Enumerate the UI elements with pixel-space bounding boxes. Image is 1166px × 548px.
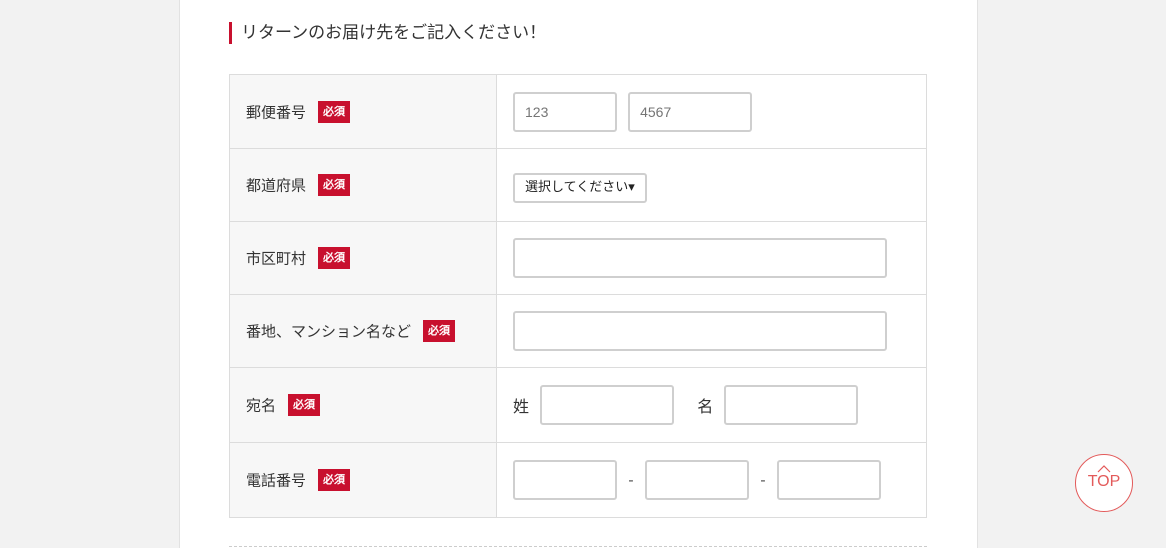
address-label: 番地、マンション名など: [246, 322, 412, 341]
back-to-top-button[interactable]: TOP: [1075, 454, 1133, 512]
field-cell: [496, 294, 927, 368]
form-row-address: 番地、マンション名など 必須: [229, 294, 927, 368]
field-cell: [496, 74, 927, 149]
field-cell: 選択してください▾: [496, 148, 927, 222]
label-cell: 郵便番号 必須: [229, 74, 497, 149]
phone-separator: -: [628, 471, 634, 489]
form-row-postal: 郵便番号 必須: [229, 74, 927, 149]
required-badge: 必須: [288, 394, 321, 416]
label-cell: 市区町村 必須: [229, 221, 497, 295]
label-cell: 宛名 必須: [229, 367, 497, 443]
last-name-label: 姓: [513, 397, 530, 416]
label-cell: 電話番号 必須: [229, 442, 497, 518]
phone-separator: -: [760, 471, 766, 489]
field-cell: --: [496, 442, 927, 518]
last-name-input[interactable]: [540, 385, 675, 425]
section-divider: [229, 546, 927, 547]
label-cell: 都道府県 必須: [229, 148, 497, 222]
postal-code-first-input[interactable]: [513, 91, 617, 132]
postal-code-second-input[interactable]: [628, 91, 753, 132]
phone-first-input[interactable]: [513, 460, 617, 500]
postal-label: 郵便番号: [246, 103, 307, 121]
city-label: 市区町村: [246, 249, 307, 268]
address-input[interactable]: [513, 311, 887, 351]
form-row-name: 宛名 必須 姓 名: [229, 367, 927, 443]
required-badge: 必須: [318, 174, 351, 196]
first-name-input[interactable]: [724, 385, 859, 425]
field-cell: [496, 221, 927, 295]
prefecture-select[interactable]: 選択してください▾: [513, 173, 647, 203]
first-name-label: 名: [697, 397, 714, 416]
address-form: 郵便番号必須 都道府県必須 選択してください▾ 市区町村必須 番地、マンション名…: [229, 74, 927, 518]
field-cell: 姓 名: [496, 367, 927, 443]
form-row-prefecture: 都道府県 必須 選択してください▾: [229, 148, 927, 222]
form-row-city: 市区町村 必須: [229, 221, 927, 295]
back-to-top-label: TOP: [1087, 473, 1121, 490]
required-badge: 必須: [423, 320, 456, 342]
phone-third-input[interactable]: [777, 460, 881, 500]
chevron-up-icon: [1076, 461, 1132, 473]
section-heading: リターンのお届け先をご記入ください！: [229, 22, 546, 44]
label-cell: 番地、マンション名など 必須: [229, 294, 497, 368]
phone-label: 電話番号: [246, 471, 307, 490]
form-row-phone: 電話番号 必須 --: [229, 442, 927, 518]
required-badge: 必須: [318, 469, 351, 491]
phone-second-input[interactable]: [645, 460, 749, 500]
required-badge: 必須: [318, 100, 351, 123]
city-input[interactable]: [513, 238, 887, 278]
prefecture-label: 都道府県: [246, 176, 307, 195]
name-label: 宛名: [246, 396, 277, 415]
required-badge: 必須: [318, 247, 351, 269]
